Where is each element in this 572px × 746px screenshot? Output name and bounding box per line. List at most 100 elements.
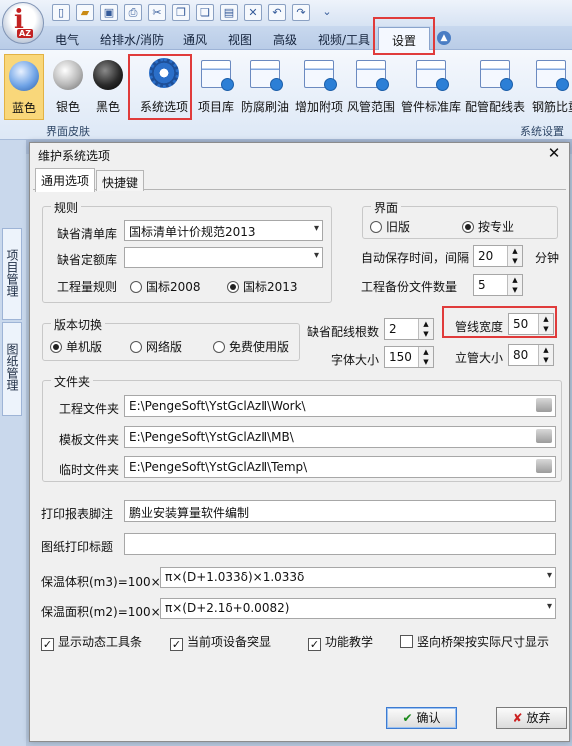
insulation-volume-select[interactable]: π×(D+1.033δ)×1.033δ ▾	[160, 567, 556, 588]
quick-access-toolbar: ▯ ▰ ▣ ⎙ ✂ ❐ ❏ ▤ ✕ ↶ ↷ ⌄	[0, 0, 572, 26]
tab-water-fire[interactable]: 给排水/消防	[100, 31, 164, 48]
dialog-tab-bar: 通用选项 快捷键	[33, 168, 566, 192]
folder-open-icon[interactable]	[536, 429, 552, 443]
bill-library-select[interactable]: 国标清单计价规范2013 ▾	[124, 220, 323, 241]
wiring-table-button[interactable]: 配管配线表	[464, 54, 526, 120]
insulation-area-select[interactable]: π×(D+2.1δ+0.0082) ▾	[160, 598, 556, 619]
version-network-radio[interactable]: 网络版	[130, 338, 182, 355]
silver-ball-icon	[53, 60, 83, 90]
group-label-system: 系统设置	[520, 125, 564, 138]
delete-icon[interactable]: ✕	[244, 4, 262, 21]
riser-size-stepper[interactable]: 80 ▲ ▼	[508, 344, 554, 366]
save-icon[interactable]: ▣	[100, 4, 118, 21]
ribbon: 蓝色 银色 黑色 系统选项 项目库 防腐刷油 增加附项 风管范围 管件标准库 配…	[0, 50, 572, 140]
undo-icon[interactable]: ↶	[268, 4, 286, 21]
report-footer-input[interactable]: 鹏业安装算量软件编制	[124, 500, 556, 522]
default-wire-label: 缺省配线根数	[307, 325, 380, 339]
ribbon-collapse-icon[interactable]: ▲	[437, 31, 451, 45]
project-folder-label: 工程文件夹	[59, 402, 120, 416]
redo-icon[interactable]: ↷	[292, 4, 310, 21]
add-attachment-button[interactable]: 增加附项	[294, 54, 344, 120]
tab-ventilation[interactable]: 通风	[183, 31, 207, 48]
skin-silver-label: 银色	[55, 100, 80, 114]
black-ball-icon	[93, 60, 123, 90]
anticorrosion-button[interactable]: 防腐刷油	[240, 54, 290, 120]
add-attachment-label: 增加附项	[294, 100, 343, 114]
interface-by-discipline-radio[interactable]: 按专业	[462, 218, 514, 235]
check-icon: ✔	[402, 711, 413, 725]
font-size-label: 字体大小	[331, 353, 380, 367]
ok-button[interactable]: ✔ 确认	[386, 707, 457, 729]
chevron-down-icon: ▾	[313, 250, 319, 261]
tab-shortcuts[interactable]: 快捷键	[96, 170, 145, 191]
rebar-weight-label: 钢筋比重	[532, 100, 572, 114]
new-file-icon[interactable]: ▯	[52, 4, 70, 21]
app-menu-button[interactable]: i AZ	[2, 2, 44, 44]
backup-count-label: 工程备份文件数量	[361, 280, 458, 294]
copy-icon[interactable]: ❐	[172, 4, 190, 21]
autosave-stepper[interactable]: 20 ▲ ▼	[473, 245, 523, 267]
blue-ball-icon	[9, 61, 39, 91]
close-icon[interactable]: ✕	[545, 143, 563, 163]
print-icon[interactable]: ⎙	[124, 4, 142, 21]
autosave-unit: 分钟	[535, 251, 560, 265]
backup-count-stepper[interactable]: 5 ▲ ▼	[473, 274, 523, 296]
interface-old-radio[interactable]: 旧版	[370, 218, 410, 235]
rebar-weight-button[interactable]: 钢筋比重	[530, 54, 572, 120]
dialog-title: 维护系统选项	[38, 149, 111, 163]
tab-view[interactable]: 视图	[228, 31, 252, 48]
feature-tutorial-checkbox[interactable]: ✓ 功能教学	[308, 633, 373, 651]
show-dynamic-toolbar-checkbox[interactable]: ✓ 显示动态工具条	[41, 633, 142, 651]
quota-library-select[interactable]: ▾	[124, 247, 323, 268]
paste-icon[interactable]: ▤	[220, 4, 238, 21]
tab-electrical[interactable]: 电气	[55, 31, 79, 48]
folders-legend: 文件夹	[51, 373, 94, 390]
version-free-radio[interactable]: 免费使用版	[213, 338, 289, 355]
template-folder-field[interactable]: E:\PengeSoft\YstGclAzⅡ\MB\	[124, 426, 556, 448]
skin-silver-button[interactable]: 银色	[50, 54, 86, 120]
skin-blue-button[interactable]: 蓝色	[4, 54, 44, 120]
version-standalone-radio[interactable]: 单机版	[50, 338, 102, 355]
qty-rule-2013-radio[interactable]: 国标2013	[227, 278, 298, 295]
tab-general-options[interactable]: 通用选项	[35, 168, 96, 192]
cancel-button[interactable]: ✘ 放弃	[496, 707, 567, 729]
insulation-area-label: 保温面积(m2)=100×	[41, 605, 161, 619]
open-folder-icon[interactable]: ▰	[76, 4, 94, 21]
quota-library-label: 缺省定额库	[57, 253, 118, 267]
side-tab-project-manage[interactable]: 项目管理	[2, 228, 22, 320]
duct-range-button[interactable]: 风管范围	[346, 54, 396, 120]
table-gear-icon	[304, 60, 337, 91]
temp-folder-field[interactable]: E:\PengeSoft\YstGclAzⅡ\Temp\	[124, 456, 556, 478]
vertical-tray-actual-size-checkbox[interactable]: 竖向桥架按实际尺寸显示	[400, 633, 549, 650]
autosave-label: 自动保存时间，间隔	[361, 251, 470, 265]
settings-tab-highlight	[373, 17, 435, 55]
qty-rule-2008-radio[interactable]: 国标2008	[130, 278, 201, 295]
rules-legend: 规则	[51, 199, 82, 216]
folder-open-icon[interactable]	[536, 398, 552, 412]
template-folder-label: 模板文件夹	[59, 433, 120, 447]
skin-black-button[interactable]: 黑色	[90, 54, 126, 120]
font-size-stepper[interactable]: 150 ▲ ▼	[384, 346, 434, 368]
side-tab-drawing-manage[interactable]: 图纸管理	[2, 322, 22, 416]
fitting-standard-button[interactable]: 管件标准库	[400, 54, 462, 120]
skin-blue-label: 蓝色	[11, 101, 36, 115]
qty-rule-label: 工程量规则	[57, 280, 118, 294]
version-legend: 版本切换	[51, 316, 106, 333]
copy-multiple-icon[interactable]: ❏	[196, 4, 214, 21]
tab-video-tools[interactable]: 视频/工具	[318, 31, 370, 48]
tab-advanced[interactable]: 高级	[273, 31, 297, 48]
drawing-title-input[interactable]	[124, 533, 556, 555]
table-gear-icon	[201, 60, 234, 91]
project-folder-field[interactable]: E:\PengeSoft\YstGclAzⅡ\Work\	[124, 395, 556, 417]
default-wire-stepper[interactable]: 2 ▲ ▼	[384, 318, 434, 340]
wiring-table-label: 配管配线表	[464, 100, 525, 114]
customize-dropdown-icon[interactable]: ⌄	[318, 4, 336, 21]
skin-black-label: 黑色	[95, 100, 120, 114]
cut-icon[interactable]: ✂	[148, 4, 166, 21]
temp-folder-label: 临时文件夹	[59, 463, 120, 477]
system-options-dialog: 维护系统选项 ✕ 通用选项 快捷键 规则 缺省清单库 国标清单计价规范2013 ▾…	[29, 142, 570, 742]
folder-open-icon[interactable]	[536, 459, 552, 473]
highlight-current-device-checkbox[interactable]: ✓ 当前项设备突显	[170, 633, 271, 651]
project-library-button[interactable]: 项目库	[196, 54, 236, 120]
pipe-width-highlight	[442, 306, 557, 338]
